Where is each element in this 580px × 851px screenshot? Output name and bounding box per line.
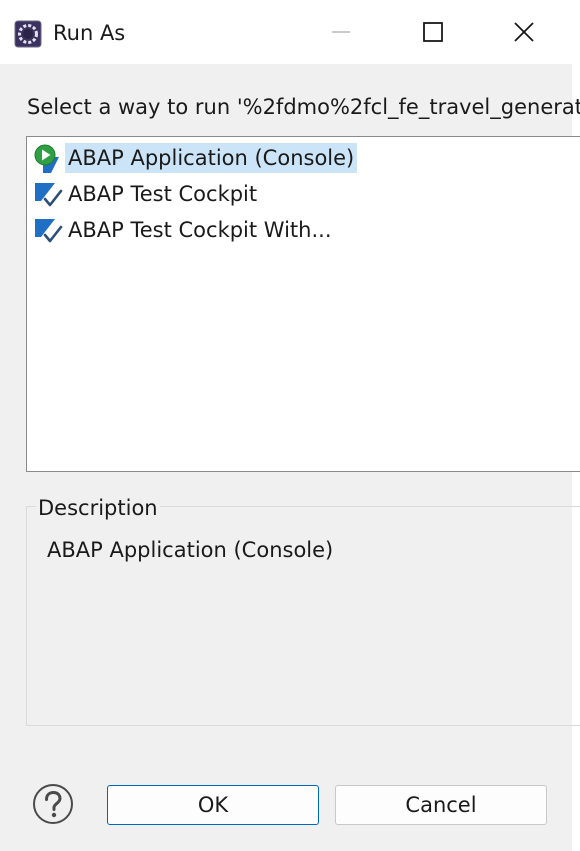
launch-options-list[interactable]: ABAP Application (Console) ABAP Test Coc…: [26, 136, 580, 472]
list-item-abap-test-cockpit-with[interactable]: ABAP Test Cockpit With...: [33, 213, 335, 247]
maximize-icon: [423, 22, 443, 42]
list-item-label: ABAP Application (Console): [65, 143, 358, 173]
close-icon: [514, 22, 534, 42]
minimize-icon: [332, 31, 350, 33]
prompt-label: Select a way to run '%2fdmo%2fcl_fe_trav…: [27, 95, 580, 119]
eclipse-icon: [14, 20, 42, 48]
cancel-button[interactable]: Cancel: [335, 785, 547, 825]
window-title: Run As: [53, 21, 126, 45]
title-bar[interactable]: Run As: [0, 0, 580, 64]
test-cockpit-icon: [33, 215, 63, 245]
list-item-abap-application-console[interactable]: ABAP Application (Console): [33, 141, 358, 175]
list-item-label: ABAP Test Cockpit With...: [68, 218, 332, 242]
help-icon: [33, 784, 73, 824]
run-application-icon: [33, 143, 63, 173]
run-as-dialog: Run As Select a way to run '%2fdmo%2fcl_…: [0, 0, 580, 851]
close-button[interactable]: [500, 8, 550, 56]
list-item-label: ABAP Test Cockpit: [68, 182, 258, 206]
help-button[interactable]: [32, 783, 74, 825]
description-heading: Description: [36, 494, 160, 522]
test-cockpit-icon: [33, 179, 63, 209]
description-text: ABAP Application (Console): [47, 538, 334, 562]
minimize-button[interactable]: [316, 8, 366, 56]
list-item-abap-test-cockpit[interactable]: ABAP Test Cockpit: [33, 177, 260, 211]
maximize-button[interactable]: [408, 8, 458, 56]
ok-button[interactable]: OK: [107, 785, 319, 825]
